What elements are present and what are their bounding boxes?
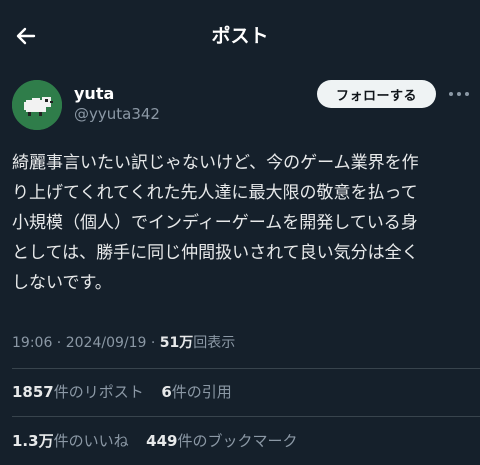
sheep-avatar-icon — [12, 80, 62, 130]
divider — [12, 368, 480, 369]
like-bookmark-stats: 1.3万件のいいね 449件のブックマーク — [12, 431, 297, 451]
reposts-link[interactable]: 1857件のリポスト — [12, 383, 144, 401]
likes-count: 1.3万 — [12, 432, 54, 450]
meta-separator: · — [146, 335, 160, 351]
bookmarks-link[interactable]: 449件のブックマーク — [146, 432, 297, 450]
divider — [12, 416, 480, 417]
post-text-line: 小規模（個人）でインディーゲームを開発している身 — [12, 213, 418, 233]
repost-quote-stats: 1857件のリポスト 6件の引用 — [12, 382, 232, 402]
likes-label: 件のいいね — [53, 432, 129, 450]
author-handle[interactable]: @yyuta342 — [74, 104, 160, 124]
post-text-line: しないです。 — [12, 273, 112, 293]
post-text: 綺麗事言いたい訳じゃないけど、今のゲーム業界を作 り上げてくれてくれた先人達に最… — [12, 148, 474, 298]
post-date[interactable]: 2024/09/19 — [66, 335, 147, 351]
post-text-line: としては、勝手に同じ仲間扱いされて良い気分は全く — [12, 243, 419, 263]
post-meta: 19:06 · 2024/09/19 · 51万回表示 — [12, 333, 235, 353]
bookmarks-label: 件のブックマーク — [177, 432, 298, 450]
reposts-label: 件のリポスト — [53, 383, 144, 401]
post-time[interactable]: 19:06 — [12, 335, 52, 351]
post-text-line: 綺麗事言いたい訳じゃないけど、今のゲーム業界を作 — [12, 153, 419, 173]
more-button[interactable] — [446, 86, 472, 102]
author-name[interactable]: yuta — [74, 84, 114, 104]
follow-button[interactable]: フォローする — [317, 80, 436, 108]
avatar[interactable] — [12, 80, 62, 130]
reposts-count: 1857 — [12, 383, 54, 401]
meta-separator: · — [52, 335, 66, 351]
quotes-label: 件の引用 — [171, 383, 232, 401]
quotes-count: 6 — [161, 383, 172, 401]
views-label: 回表示 — [193, 335, 236, 351]
quotes-link[interactable]: 6件の引用 — [161, 383, 231, 401]
page-title: ポスト — [211, 25, 269, 47]
likes-link[interactable]: 1.3万件のいいね — [12, 432, 129, 450]
post-text-line: り上げてくれてくれた先人達に最大限の敬意を払って — [12, 183, 418, 203]
views-count: 51万 — [159, 335, 194, 351]
bookmarks-count: 449 — [146, 432, 178, 450]
top-bar: ポスト — [0, 0, 480, 72]
more-horizontal-icon — [449, 92, 469, 96]
